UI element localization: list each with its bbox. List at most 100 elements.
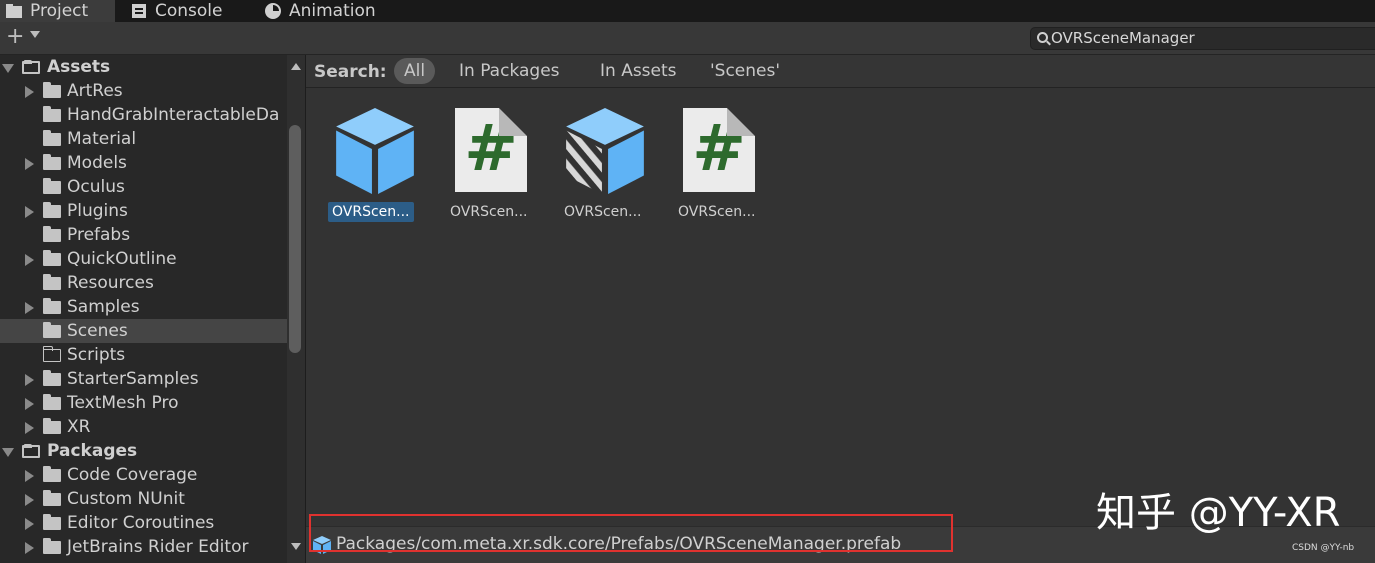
tab-console[interactable]: Console — [131, 0, 223, 22]
prefab-icon — [313, 536, 331, 554]
asset-item[interactable]: # OVRScen... — [434, 106, 534, 226]
expand-arrow-icon[interactable] — [2, 448, 14, 457]
folder-tree: Assets ArtRes HandGrabInteractableDa Mat… — [0, 55, 287, 563]
tree-item-custom-nunit[interactable]: Custom NUnit — [0, 487, 287, 511]
chevron-down-icon[interactable] — [30, 31, 40, 38]
folder-icon — [43, 154, 61, 170]
folder-open-icon — [22, 60, 40, 74]
tree-item-assets[interactable]: Assets — [0, 55, 287, 79]
tree-item-xr[interactable]: XR — [0, 415, 287, 439]
expand-arrow-icon[interactable] — [25, 494, 34, 506]
folder-icon — [43, 250, 61, 266]
expand-arrow-icon[interactable] — [25, 302, 34, 314]
asset-item[interactable]: OVRScen... — [326, 106, 426, 226]
filter-chip-in-assets[interactable]: In Assets — [590, 58, 687, 84]
search-input[interactable] — [1051, 29, 1371, 47]
tree-item-label: QuickOutline — [67, 249, 177, 269]
tree-item-label: TextMesh Pro — [67, 393, 179, 413]
tab-label: Console — [155, 1, 223, 21]
expand-arrow-icon[interactable] — [25, 86, 34, 98]
expand-arrow-icon[interactable] — [25, 422, 34, 434]
tree-item-label: Prefabs — [67, 225, 131, 245]
asset-name: OVRScen... — [328, 202, 414, 222]
expand-arrow-icon[interactable] — [25, 254, 34, 266]
asset-item[interactable]: # OVRScen... — [662, 106, 762, 226]
search-filter-bar: Search: All In Packages In Assets 'Scene… — [306, 55, 1375, 88]
tree-item-scenes[interactable]: Scenes — [0, 319, 287, 343]
folder-icon — [43, 514, 61, 530]
scroll-up-icon[interactable] — [291, 63, 301, 70]
tree-item-label: Packages — [47, 441, 138, 461]
folder-icon — [43, 178, 61, 194]
csharp-script-icon: # — [455, 108, 527, 192]
folder-icon — [43, 130, 61, 146]
tree-item-artres[interactable]: ArtRes — [0, 79, 287, 103]
tree-item-oculus[interactable]: Oculus — [0, 175, 287, 199]
folder-empty-icon — [42, 346, 61, 362]
expand-arrow-icon[interactable] — [25, 206, 34, 218]
search-field[interactable] — [1030, 27, 1375, 50]
folder-icon — [43, 274, 61, 290]
tree-item-label: Code Coverage — [67, 465, 198, 485]
folder-icon — [43, 370, 61, 386]
filter-chip-scenes[interactable]: 'Scenes' — [700, 58, 790, 84]
tree-item-material[interactable]: Material — [0, 127, 287, 151]
csharp-script-icon: # — [683, 108, 755, 192]
tree-item-models[interactable]: Models — [0, 151, 287, 175]
tree-item-prefabs[interactable]: Prefabs — [0, 223, 287, 247]
folder-icon — [43, 490, 61, 506]
tree-item-label: JetBrains Rider Editor — [67, 537, 249, 557]
tree-item-resources[interactable]: Resources — [0, 271, 287, 295]
tree-item-plugins[interactable]: Plugins — [0, 199, 287, 223]
expand-arrow-icon[interactable] — [25, 374, 34, 386]
tree-item-label: HandGrabInteractableDa — [67, 105, 280, 125]
tree-scrollbar[interactable] — [287, 55, 306, 563]
add-asset-button[interactable]: + — [6, 26, 24, 48]
tree-item-label: Plugins — [67, 201, 128, 221]
tree-item-handgrab[interactable]: HandGrabInteractableDa — [0, 103, 287, 127]
scrollbar-thumb[interactable] — [289, 125, 301, 353]
tab-animation[interactable]: Animation — [265, 0, 376, 22]
filter-chip-all[interactable]: All — [394, 58, 436, 84]
filter-chip-in-packages[interactable]: In Packages — [449, 58, 570, 84]
tree-item-label: Models — [67, 153, 127, 173]
folder-icon — [43, 538, 61, 554]
folder-icon — [6, 3, 22, 19]
tree-item-quickoutline[interactable]: QuickOutline — [0, 247, 287, 271]
asset-item[interactable]: OVRScen... — [548, 106, 648, 226]
tree-item-startersamples[interactable]: StarterSamples — [0, 367, 287, 391]
tab-project[interactable]: Project — [0, 0, 115, 22]
tree-item-editor-coroutines[interactable]: Editor Coroutines — [0, 511, 287, 535]
tree-item-label: Scenes — [67, 321, 128, 341]
prefab-icon — [336, 108, 414, 194]
clock-icon — [265, 3, 281, 19]
folder-icon — [43, 202, 61, 218]
expand-arrow-icon[interactable] — [25, 518, 34, 530]
folder-icon — [43, 394, 61, 410]
scroll-down-icon[interactable] — [291, 543, 301, 550]
zhihu-watermark: 知乎 @YY-XR — [1096, 490, 1341, 536]
expand-arrow-icon[interactable] — [25, 158, 34, 170]
expand-arrow-icon[interactable] — [2, 64, 14, 73]
tree-item-code-coverage[interactable]: Code Coverage — [0, 463, 287, 487]
folder-icon — [43, 298, 61, 314]
tree-item-scripts[interactable]: Scripts — [0, 343, 287, 367]
expand-arrow-icon[interactable] — [25, 470, 34, 482]
folder-icon — [43, 106, 61, 122]
folder-icon — [43, 322, 61, 338]
search-scope-label: Search: — [314, 62, 387, 82]
tree-item-label: Oculus — [67, 177, 125, 197]
expand-arrow-icon[interactable] — [25, 398, 34, 410]
tree-item-label: Material — [67, 129, 137, 149]
window-tab-bar: Project Console Animation — [0, 0, 1375, 22]
tree-item-label: Editor Coroutines — [67, 513, 215, 533]
expand-arrow-icon[interactable] — [25, 542, 34, 554]
csdn-watermark: CSDN @YY-nb — [1292, 543, 1355, 553]
folder-icon — [43, 418, 61, 434]
tree-item-label: StarterSamples — [67, 369, 199, 389]
tree-item-jetbrains-rider[interactable]: JetBrains Rider Editor — [0, 535, 287, 559]
asset-name: OVRScen... — [564, 204, 642, 220]
tree-item-samples[interactable]: Samples — [0, 295, 287, 319]
tree-item-textmeshpro[interactable]: TextMesh Pro — [0, 391, 287, 415]
tree-item-packages[interactable]: Packages — [0, 439, 287, 463]
